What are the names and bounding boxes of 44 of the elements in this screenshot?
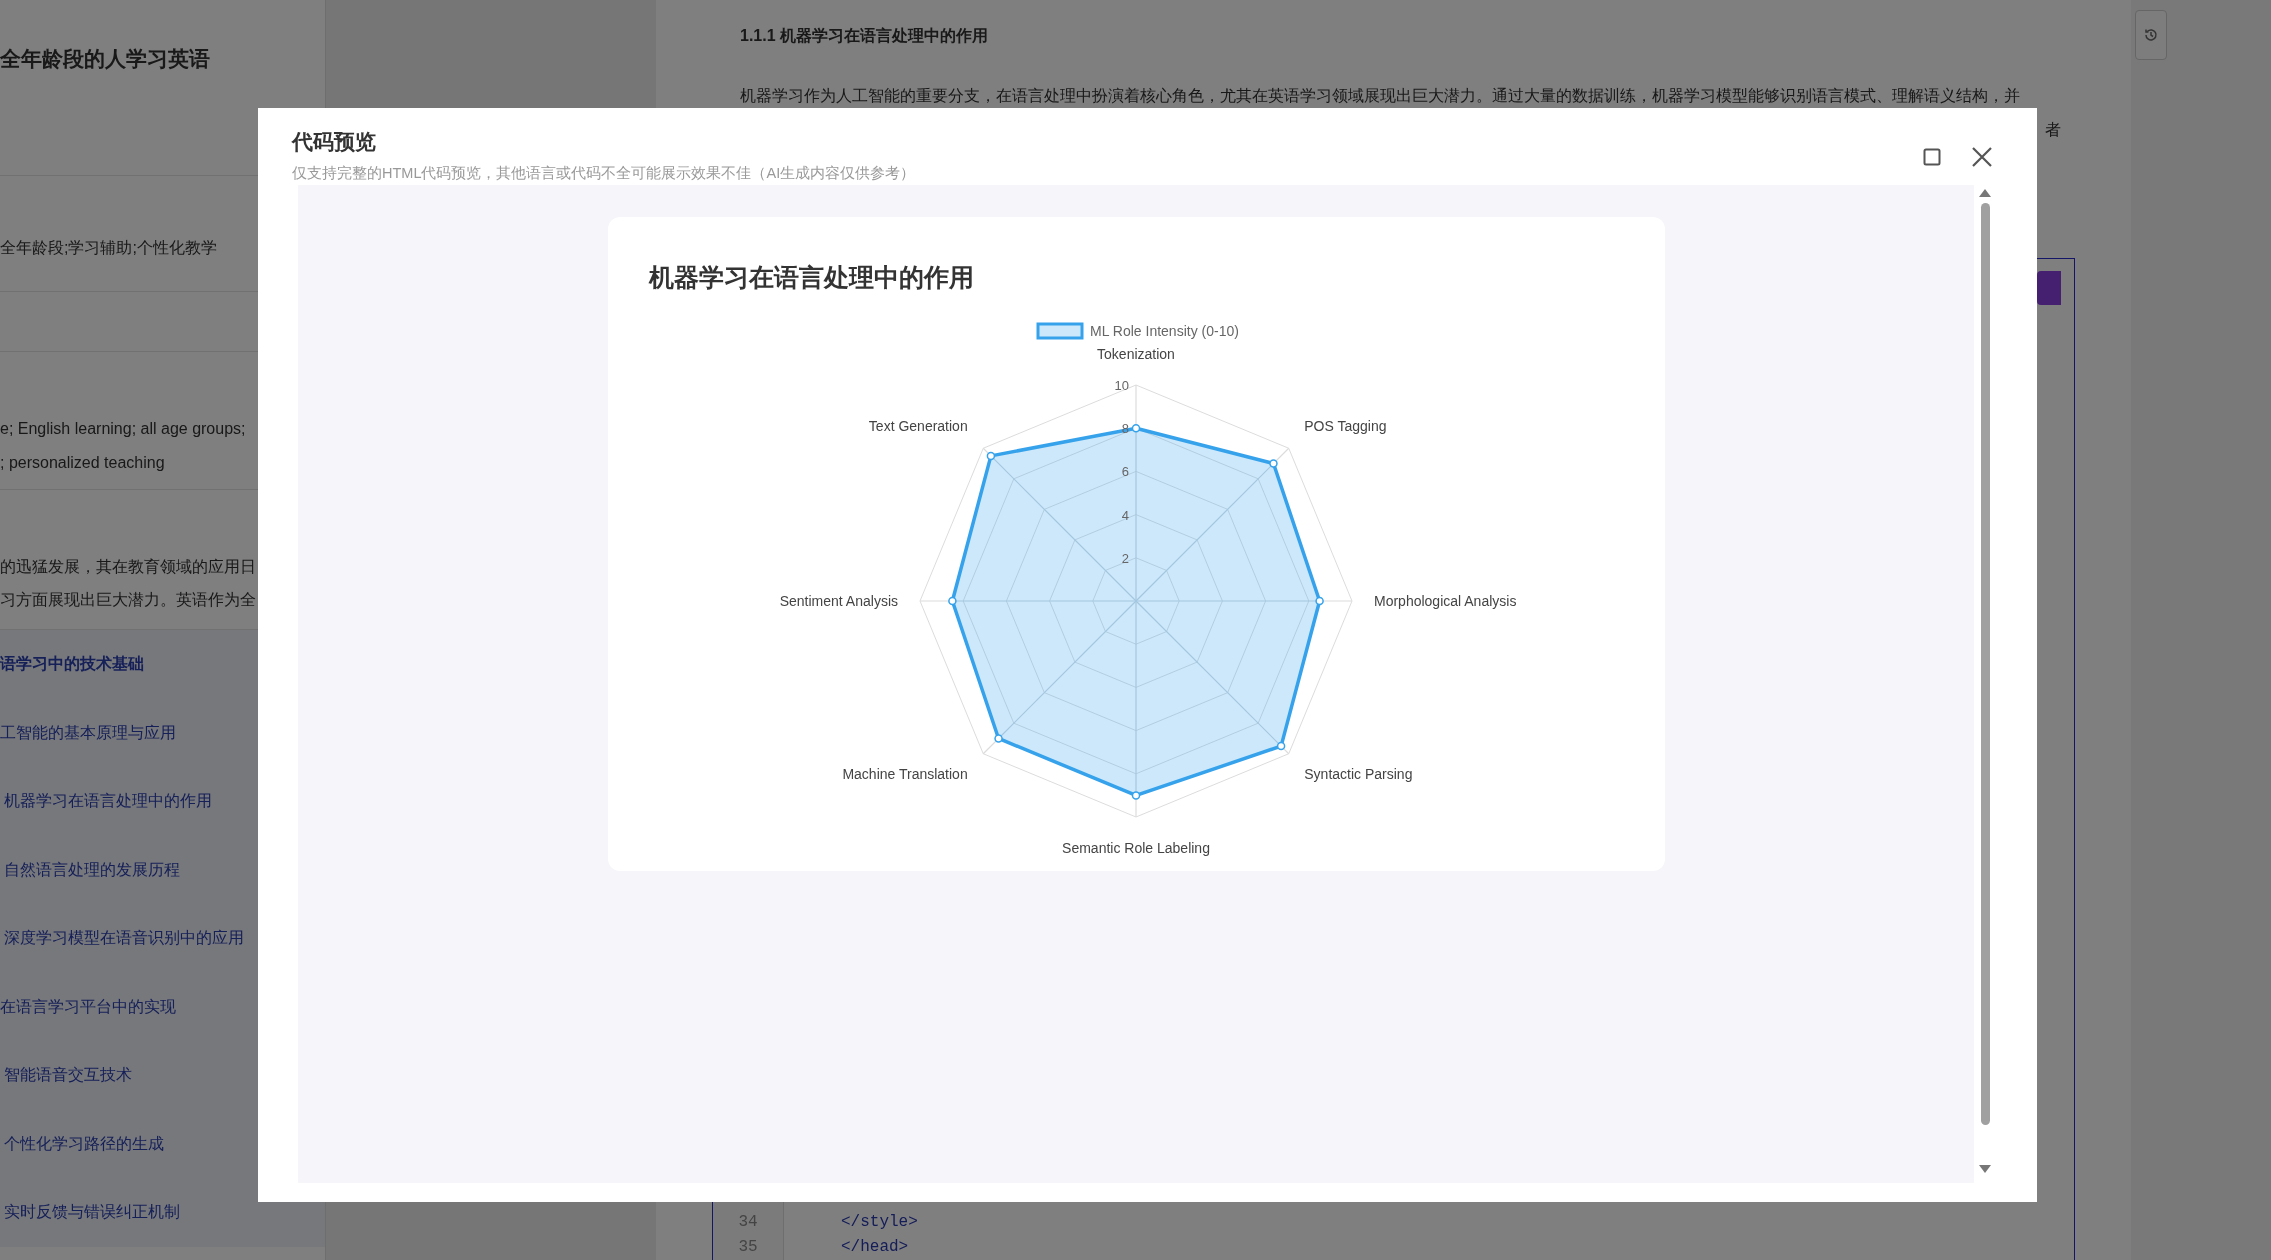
scrollbar-thumb[interactable]	[1980, 203, 1990, 1125]
legend-swatch[interactable]	[1036, 322, 1083, 340]
axis-label: Morphological Analysis	[1373, 593, 1516, 609]
close-icon	[1971, 146, 1993, 168]
toc-item[interactable]: 实时反馈与错误纠正机制	[0, 1178, 325, 1247]
data-point	[1314, 596, 1324, 606]
abstract-text: 的迅猛发展，其在教育领域的应用日	[0, 557, 257, 577]
history-icon	[2143, 27, 2159, 43]
data-point	[993, 734, 1003, 743]
data-point	[986, 451, 995, 461]
chart-title: 机器学习在语言处理中的作用	[648, 262, 974, 293]
tags-text: 全年龄段;学习辅助;个性化教学	[0, 238, 218, 258]
scroll-down-icon[interactable]	[1979, 1165, 1991, 1173]
axis-label: Sentiment Analysis	[779, 593, 898, 609]
paragraph-text: 机器学习作为人工智能的重要分支，在语言处理中扮演着核心角色，尤其在英语学习领域展现出巨大潜力。通过大量的数据训练，机器学习模型能够识别语言模式、理解语义结构，并	[740, 85, 2021, 106]
scroll-up-icon[interactable]	[1979, 189, 1991, 197]
history-button[interactable]	[2135, 10, 2167, 60]
dialog-title: 代码预览	[292, 129, 377, 155]
axis-label: POS Tagging	[1303, 417, 1387, 434]
data-point	[947, 596, 957, 606]
axis-label: Text Generation	[868, 417, 968, 434]
tick-label: 10	[1114, 378, 1129, 393]
tick-label: 4	[1121, 507, 1129, 523]
legend-label[interactable]: ML Role Intensity (0-10)	[1089, 323, 1239, 339]
data-point	[1276, 741, 1285, 751]
axis-label: Machine Translation	[841, 766, 968, 783]
tick-label: 6	[1121, 464, 1129, 480]
code-line: </style>	[841, 1212, 919, 1233]
keywords-text: e; English learning; all age groups;	[0, 419, 247, 439]
axis-label: Semantic Role Labeling	[1061, 840, 1210, 856]
axis-label: Tokenization	[1096, 346, 1175, 362]
axis-label: Syntactic Parsing	[1303, 766, 1412, 783]
section-heading: 1.1.1 机器学习在语言处理中的作用	[740, 26, 990, 46]
dialog-subtitle: 仅支持完整的HTML代码预览，其他语言或代码不全可能展示效果不佳（AI生成内容仅供参考）	[292, 164, 916, 183]
maximize-icon	[1923, 148, 1941, 166]
tick-label: 2	[1121, 550, 1129, 566]
keywords-text: ; personalized teaching	[0, 453, 166, 473]
data-point	[1131, 423, 1140, 433]
document-title: 全年龄段的人学习英语	[0, 47, 210, 70]
code-line: </head>	[841, 1237, 910, 1258]
abstract-text: 习方面展现出巨大潜力。英语作为全	[0, 590, 257, 610]
data-point	[1131, 791, 1140, 800]
paragraph-text: 者	[2045, 119, 2061, 140]
data-point	[1268, 459, 1278, 468]
